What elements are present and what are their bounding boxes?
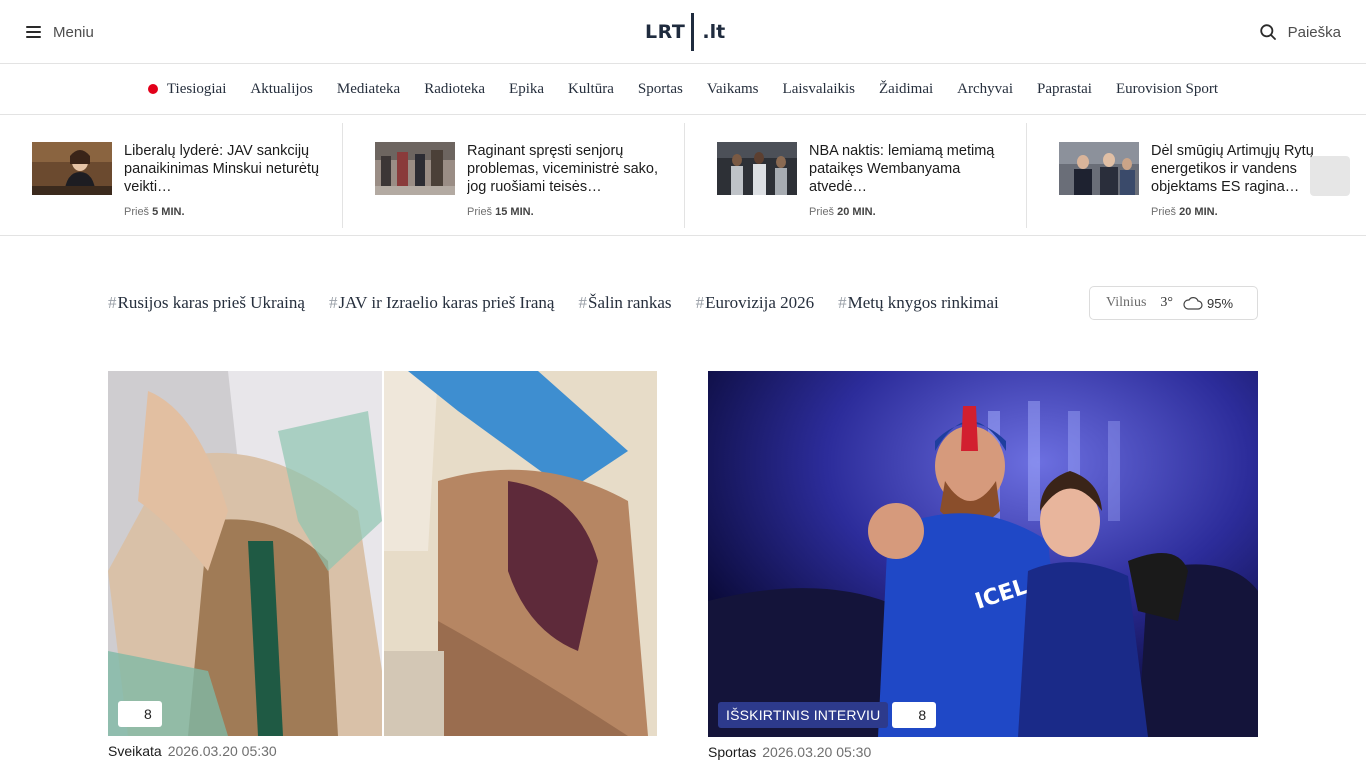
article-date: 2026.03.20 05:30 bbox=[167, 743, 277, 759]
article-category[interactable]: Sveikata bbox=[108, 743, 162, 759]
weather-temp: 3° bbox=[1160, 295, 1173, 310]
comment-count: 8 bbox=[918, 707, 927, 723]
ticker-divider bbox=[1026, 123, 1027, 228]
ticker-item[interactable]: Raginant spręsti senjorų problemas, vice… bbox=[375, 115, 667, 236]
time-value: 20 MIN. bbox=[837, 206, 876, 218]
ticker-divider bbox=[342, 123, 343, 228]
nav-item-epika[interactable]: Epika bbox=[509, 81, 544, 98]
ticker-item[interactable]: Dėl smūgių Artimųjų Rytų energetikos ir … bbox=[1059, 115, 1351, 236]
hash-symbol: # bbox=[838, 293, 847, 312]
ticker-item[interactable]: Liberalų lyderė: JAV sankcijų panaikinim… bbox=[32, 115, 324, 236]
nav-item-tiesiogiai[interactable]: Tiesiogiai bbox=[147, 80, 227, 98]
search-icon bbox=[1259, 24, 1276, 40]
news-thumbnail bbox=[32, 142, 112, 195]
tag-label: Rusijos karas prieš Ukrainą bbox=[117, 293, 305, 312]
nav-item-label: Tiesiogiai bbox=[166, 80, 227, 97]
nav-item-zaidimai[interactable]: Žaidimai bbox=[879, 81, 933, 98]
trending-tags: #Rusijos karas prieš Ukrainą #JAV ir Izr… bbox=[108, 286, 1023, 320]
article-card[interactable]: 8 Sveikata 2026.03.20 05:30 bbox=[108, 371, 657, 759]
article-badges: IŠSKIRTINIS INTERVIU 8 bbox=[718, 702, 937, 728]
hash-symbol: # bbox=[328, 293, 338, 312]
nav-item-vaikams[interactable]: Vaikams bbox=[707, 81, 759, 98]
logo-lrt-text: LRT bbox=[645, 21, 686, 43]
comment-count-badge[interactable]: 8 bbox=[118, 701, 162, 727]
cloud-icon bbox=[1183, 297, 1203, 310]
article-photo: ICELAND bbox=[708, 371, 1258, 737]
article-badges: 8 bbox=[118, 701, 162, 727]
tag-link[interactable]: #Rusijos karas prieš Ukrainą bbox=[108, 293, 305, 313]
search-label: Paieška bbox=[1287, 23, 1341, 41]
time-value: 20 MIN. bbox=[1179, 206, 1218, 218]
ticker-next-button[interactable] bbox=[1310, 156, 1350, 196]
nav-item-kultura[interactable]: Kultūra bbox=[568, 81, 614, 98]
tag-link[interactable]: #Metų knygos rinkimai bbox=[838, 293, 999, 313]
ticker-divider bbox=[684, 123, 685, 228]
tag-label: Šalin rankas bbox=[587, 293, 672, 312]
article-image[interactable]: 8 bbox=[108, 371, 657, 736]
hamburger-icon bbox=[26, 26, 41, 38]
nav-item-laisvalaikis[interactable]: Laisvalaikis bbox=[783, 81, 855, 98]
tag-label: JAV ir Izraelio karas prieš Iraną bbox=[338, 293, 555, 312]
live-dot-icon bbox=[147, 84, 158, 94]
weather-widget[interactable]: Vilnius 3° 95% bbox=[1089, 286, 1258, 320]
article-date: 2026.03.20 05:30 bbox=[762, 744, 872, 760]
tag-link[interactable]: #Šalin rankas bbox=[578, 293, 671, 313]
ticker-headline: Raginant spręsti senjorų problemas, vice… bbox=[467, 143, 658, 195]
news-thumbnail bbox=[375, 142, 455, 195]
article-image[interactable]: ICELAND IŠSKIRTINIS INTERVIU 8 bbox=[708, 371, 1258, 737]
ticker-item[interactable]: NBA naktis: lemiamą metimą pataikęs Wemb… bbox=[717, 115, 1009, 236]
nav-item-radioteka[interactable]: Radioteka bbox=[424, 81, 485, 98]
exclusive-interview-badge[interactable]: IŠSKIRTINIS INTERVIU bbox=[718, 702, 889, 728]
hash-symbol: # bbox=[578, 293, 587, 312]
article-meta: Sveikata 2026.03.20 05:30 bbox=[108, 743, 657, 759]
tag-link[interactable]: #Eurovizija 2026 bbox=[696, 293, 815, 313]
time-prefix: Prieš bbox=[467, 206, 493, 218]
logo-divider bbox=[691, 13, 695, 51]
menu-button[interactable]: Meniu bbox=[26, 20, 94, 44]
news-thumbnail bbox=[1059, 142, 1139, 195]
article-meta: Sportas 2026.03.20 05:30 bbox=[708, 744, 1258, 760]
time-prefix: Prieš bbox=[124, 206, 150, 218]
nav-item-eurovision-sport[interactable]: Eurovision Sport bbox=[1116, 81, 1218, 98]
comment-icon bbox=[900, 709, 912, 721]
ticker-time: Prieš 5 MIN. bbox=[124, 206, 324, 218]
hash-symbol: # bbox=[695, 293, 705, 312]
time-value: 5 MIN. bbox=[152, 206, 185, 218]
ticker-headline: Liberalų lyderė: JAV sankcijų panaikinim… bbox=[124, 143, 320, 195]
ticker-time: Prieš 20 MIN. bbox=[1151, 206, 1351, 218]
ticker-headline: NBA naktis: lemiamą metimą pataikęs Wemb… bbox=[809, 143, 995, 195]
ticker-time: Prieš 20 MIN. bbox=[809, 206, 1009, 218]
time-prefix: Prieš bbox=[809, 206, 835, 218]
nav-item-aktualijos[interactable]: Aktualijos bbox=[250, 81, 313, 98]
comment-icon bbox=[126, 708, 138, 720]
nav-item-mediateka[interactable]: Mediateka bbox=[337, 81, 400, 98]
weather-city: Vilnius bbox=[1106, 295, 1147, 310]
article-card[interactable]: ICELAND IŠSKIRTINIS INTERVIU 8 Sportas 2… bbox=[708, 371, 1258, 760]
search-button[interactable]: Paieška bbox=[1259, 20, 1341, 44]
comment-count: 8 bbox=[144, 706, 152, 722]
article-photo bbox=[108, 371, 657, 736]
time-value: 15 MIN. bbox=[495, 206, 534, 218]
tag-link[interactable]: #JAV ir Izraelio karas prieš Iraną bbox=[329, 293, 555, 313]
logo-lt-text: .lt bbox=[702, 21, 726, 43]
nav-item-archyvai[interactable]: Archyvai bbox=[957, 81, 1013, 98]
ticker-time: Prieš 15 MIN. bbox=[467, 206, 667, 218]
weather-humidity: 95% bbox=[1207, 295, 1234, 311]
news-ticker: Liberalų lyderė: JAV sankcijų panaikinim… bbox=[0, 115, 1366, 236]
nav-item-paprastai[interactable]: Paprastai bbox=[1037, 81, 1092, 98]
menu-label: Meniu bbox=[53, 23, 94, 41]
site-header: Meniu LRT .lt Paieška bbox=[0, 0, 1366, 64]
news-thumbnail bbox=[717, 142, 797, 195]
tag-label: Eurovizija 2026 bbox=[705, 293, 815, 312]
hash-symbol: # bbox=[108, 293, 117, 312]
lrt-logo[interactable]: LRT .lt bbox=[645, 12, 725, 52]
tag-label: Metų knygos rinkimai bbox=[847, 293, 999, 312]
nav-item-sportas[interactable]: Sportas bbox=[638, 81, 683, 98]
comment-count-badge[interactable]: 8 bbox=[892, 702, 937, 728]
time-prefix: Prieš bbox=[1151, 206, 1177, 218]
main-nav: Tiesiogiai Aktualijos Mediateka Radiotek… bbox=[0, 64, 1366, 115]
article-category[interactable]: Sportas bbox=[708, 744, 756, 760]
